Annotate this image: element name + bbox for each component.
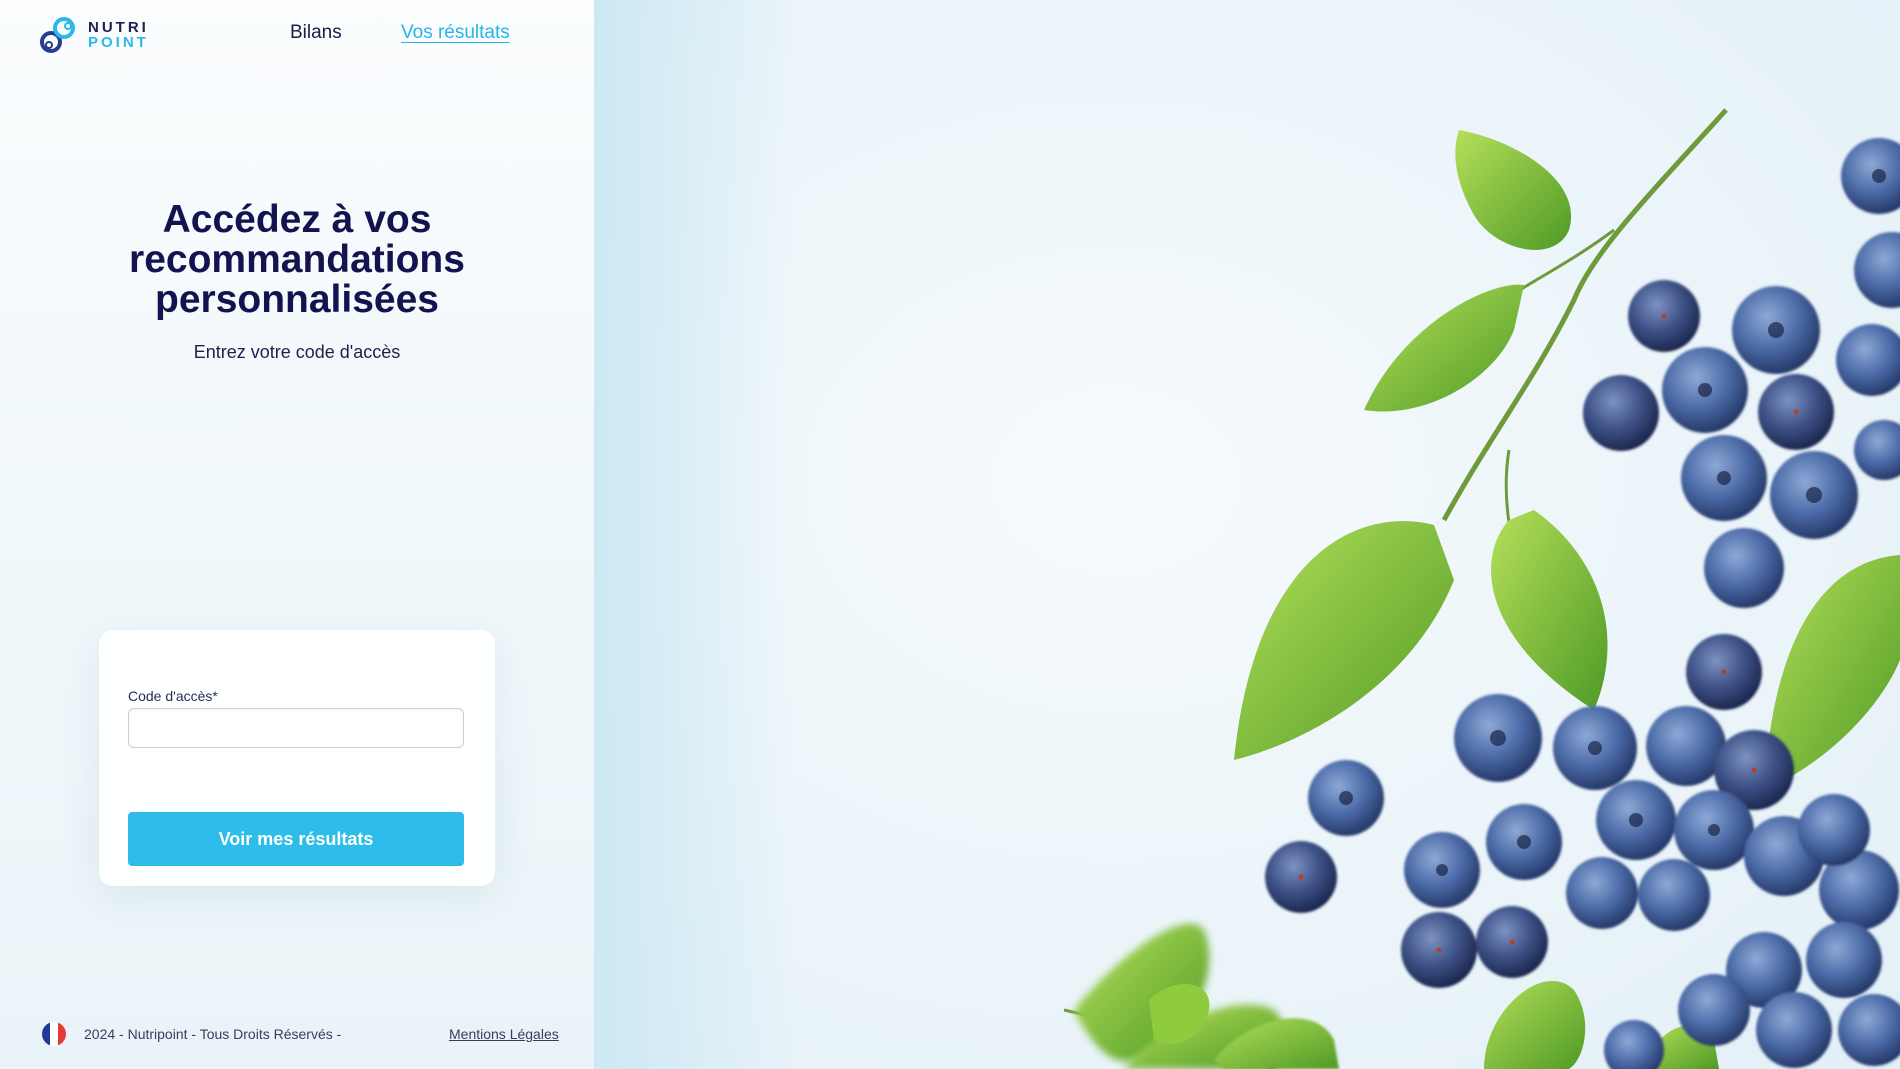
logo-text-line1: NUTRI [88, 19, 149, 36]
access-code-label: Code d'accès* [128, 688, 218, 704]
header: NUTRI POINT Bilans Vos résultats [0, 0, 594, 68]
footer: 2024 - Nutripoint - Tous Droits Réservés… [0, 1018, 594, 1050]
hero-image [594, 0, 1900, 1069]
page-title-line1: Accédez à vos [162, 198, 432, 241]
nutripoint-logo[interactable]: NUTRI POINT [38, 14, 163, 56]
nutripoint-logo-icon [40, 17, 75, 53]
view-results-button[interactable]: Voir mes résultats [128, 812, 464, 866]
blueberries-leaves-illustration [1063, 108, 1900, 1069]
access-code-input[interactable] [128, 708, 464, 748]
fr-flag-icon[interactable] [42, 1022, 66, 1046]
copyright-text: 2024 - Nutripoint - Tous Droits Réservés… [84, 1026, 342, 1042]
access-code-card: Code d'accès* Voir mes résultats [99, 630, 495, 886]
logo-text: NUTRI POINT [88, 20, 149, 50]
nav-link-bilans[interactable]: Bilans [290, 22, 342, 44]
nav-link-vos-resultats[interactable]: Vos résultats [401, 22, 510, 44]
page-title-line2: recommandations [129, 238, 465, 281]
page-subtitle: Entrez votre code d'accès [193, 342, 401, 362]
page-title: Accédez à vos recommandations personnali… [0, 200, 594, 320]
left-panel: NUTRI POINT Bilans Vos résultats Accédez… [0, 0, 594, 1069]
legal-notice-link[interactable]: Mentions Légales [449, 1026, 559, 1042]
logo-text-line2: POINT [88, 34, 149, 51]
page-title-line3: personnalisées [155, 278, 439, 321]
